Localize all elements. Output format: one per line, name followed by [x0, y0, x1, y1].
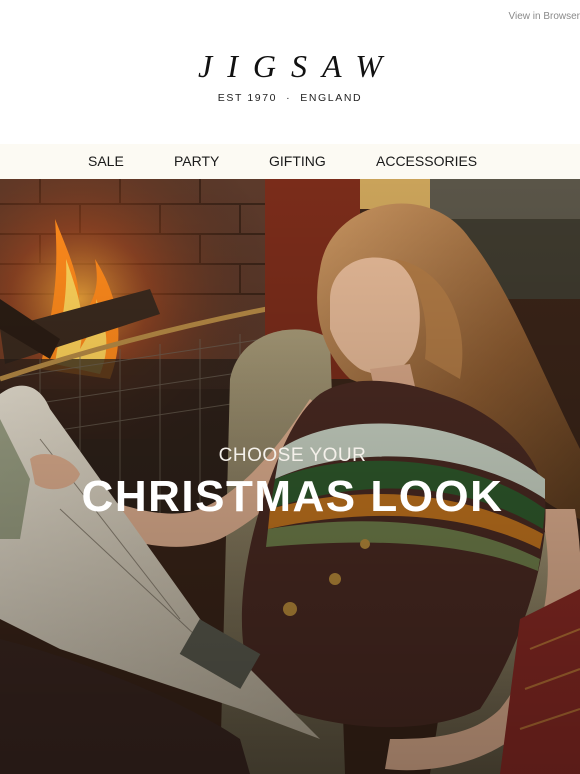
hero-headline: CHRISTMAS LOOK — [81, 472, 504, 521]
main-nav: SALE PARTY GIFTING ACCESSORIES — [0, 144, 580, 179]
nav-item-sale[interactable]: SALE — [88, 153, 124, 169]
tagline-established: EST 1970 — [217, 92, 278, 104]
nav-item-party[interactable]: PARTY — [174, 153, 219, 169]
view-in-browser-link[interactable]: View in Browser — [508, 11, 580, 22]
hero-kicker: CHOOSE YOUR — [218, 445, 367, 466]
brand-tagline: EST 1970 · ENGLAND — [0, 92, 580, 104]
brand-logo[interactable]: JIGSAW — [0, 50, 580, 82]
hero-banner[interactable]: CHOOSE YOUR CHRISTMAS LOOK — [0, 179, 580, 774]
brand-header: JIGSAW EST 1970 · ENGLAND — [0, 50, 580, 104]
nav-item-gifting[interactable]: GIFTING — [269, 153, 326, 169]
tagline-separator: · — [286, 92, 292, 104]
tagline-country: ENGLAND — [300, 92, 363, 104]
nav-item-accessories[interactable]: ACCESSORIES — [376, 153, 477, 169]
